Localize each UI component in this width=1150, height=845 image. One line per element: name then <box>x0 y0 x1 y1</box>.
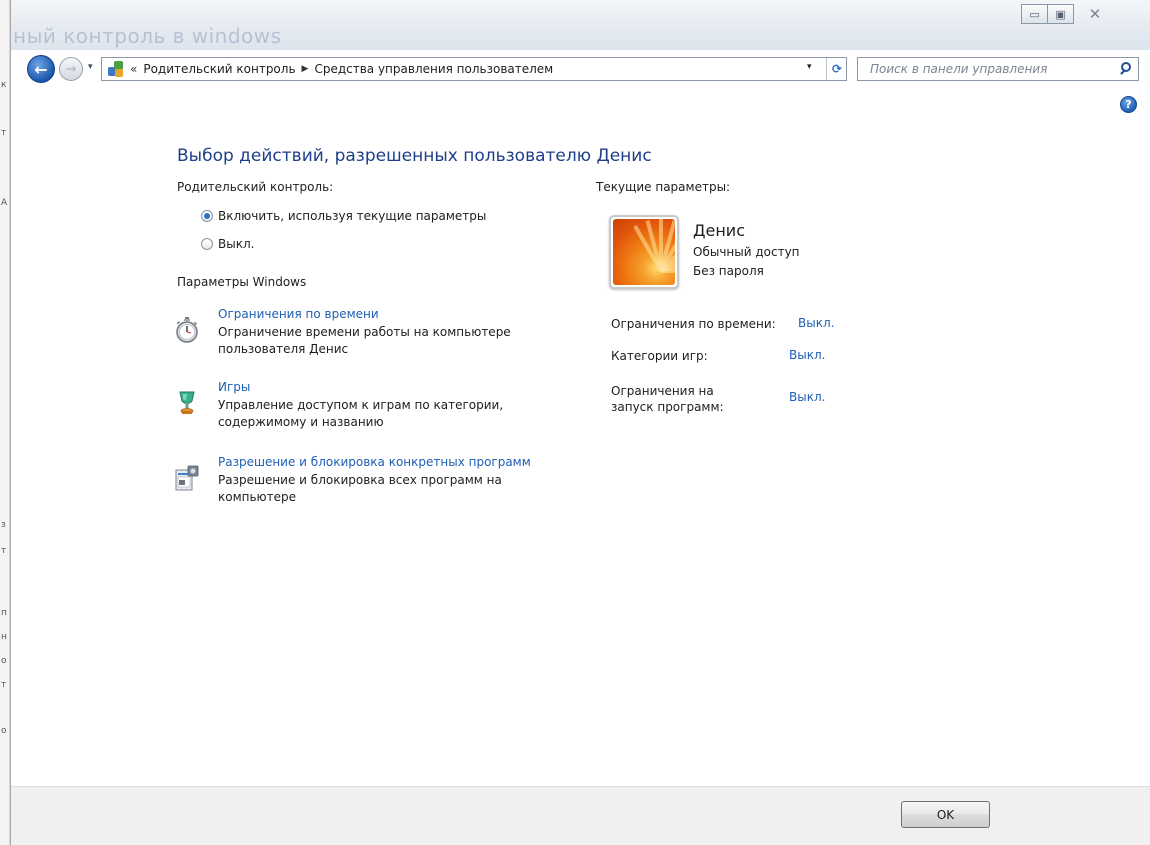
background-window-edge: ктА зтп ното <box>0 0 10 845</box>
breadcrumb-separator-icon[interactable]: ▶ <box>302 64 309 74</box>
user-access-type: Обычный доступ <box>693 245 800 259</box>
programs-link[interactable]: Разрешение и блокировка конкретных прогр… <box>218 455 531 469</box>
stopwatch-icon <box>176 317 198 343</box>
search-input[interactable] <box>858 59 1116 79</box>
radio-enable[interactable]: Включить, используя текущие параметры <box>201 209 486 223</box>
search-box <box>857 57 1139 81</box>
windows-params-label: Параметры Windows <box>177 275 307 289</box>
window-title: ный контроль в windows <box>13 24 282 48</box>
radio-off-button[interactable] <box>201 238 213 250</box>
current-params-label: Текущие параметры: <box>596 180 731 194</box>
trophy-icon <box>179 391 195 414</box>
program-icon <box>175 465 199 491</box>
parental-control-label: Родительский контроль: <box>177 180 334 194</box>
time-limits-desc: Ограничение времени работы на компьютере… <box>218 325 511 356</box>
radio-off[interactable]: Выкл. <box>201 237 254 251</box>
games-link[interactable]: Игры <box>218 380 250 394</box>
ok-button[interactable]: OK <box>901 801 990 828</box>
user-password-status: Без пароля <box>693 264 764 278</box>
control-panel-icon <box>108 61 124 77</box>
setting-time-value[interactable]: Выкл. <box>798 316 834 330</box>
breadcrumb-user-controls[interactable]: Средства управления пользователем <box>314 62 553 76</box>
games-desc: Управление доступом к играм по категории… <box>218 398 504 429</box>
refresh-icon[interactable]: ⟳ <box>826 58 847 80</box>
control-panel-window: ный контроль в windows ▭ ▣ ✕ ← → ▾ « Род… <box>10 0 1150 845</box>
back-button[interactable]: ← <box>27 55 55 83</box>
radio-off-label[interactable]: Выкл. <box>218 237 254 251</box>
time-limits-link[interactable]: Ограничения по времени <box>218 307 379 321</box>
address-dropdown-icon[interactable]: ▾ <box>807 62 812 72</box>
close-button[interactable]: ✕ <box>1073 4 1117 24</box>
history-dropdown-icon[interactable]: ▾ <box>88 62 93 72</box>
maximize-button[interactable]: ▣ <box>1047 4 1074 24</box>
programs-desc: Разрешение и блокировка всех программ на… <box>218 473 502 504</box>
setting-programs-label: Ограничения на запуск программ: <box>611 384 724 414</box>
avatar <box>609 215 679 289</box>
window-controls: ▭ ▣ ✕ <box>1021 4 1117 24</box>
search-icon[interactable] <box>1116 58 1138 80</box>
radio-enable-label[interactable]: Включить, используя текущие параметры <box>218 209 486 223</box>
radio-enable-button[interactable] <box>201 210 213 222</box>
title-bar: ный контроль в windows ▭ ▣ ✕ <box>11 0 1150 50</box>
user-name: Денис <box>693 221 745 240</box>
setting-games-value[interactable]: Выкл. <box>789 348 825 362</box>
breadcrumb-overflow[interactable]: « <box>130 62 137 76</box>
page-title: Выбор действий, разрешенных пользователю… <box>177 146 652 166</box>
flower-image <box>613 219 675 285</box>
breadcrumb-parental-control[interactable]: Родительский контроль <box>143 62 295 76</box>
setting-games-label: Категории игр: <box>611 349 708 363</box>
setting-programs-value[interactable]: Выкл. <box>789 390 825 404</box>
minimize-button[interactable]: ▭ <box>1021 4 1048 24</box>
forward-button[interactable]: → <box>59 57 83 81</box>
address-bar[interactable]: « Родительский контроль ▶ Средства управ… <box>101 57 847 81</box>
setting-time-label: Ограничения по времени: <box>611 317 776 331</box>
help-icon[interactable]: ? <box>1120 96 1137 113</box>
